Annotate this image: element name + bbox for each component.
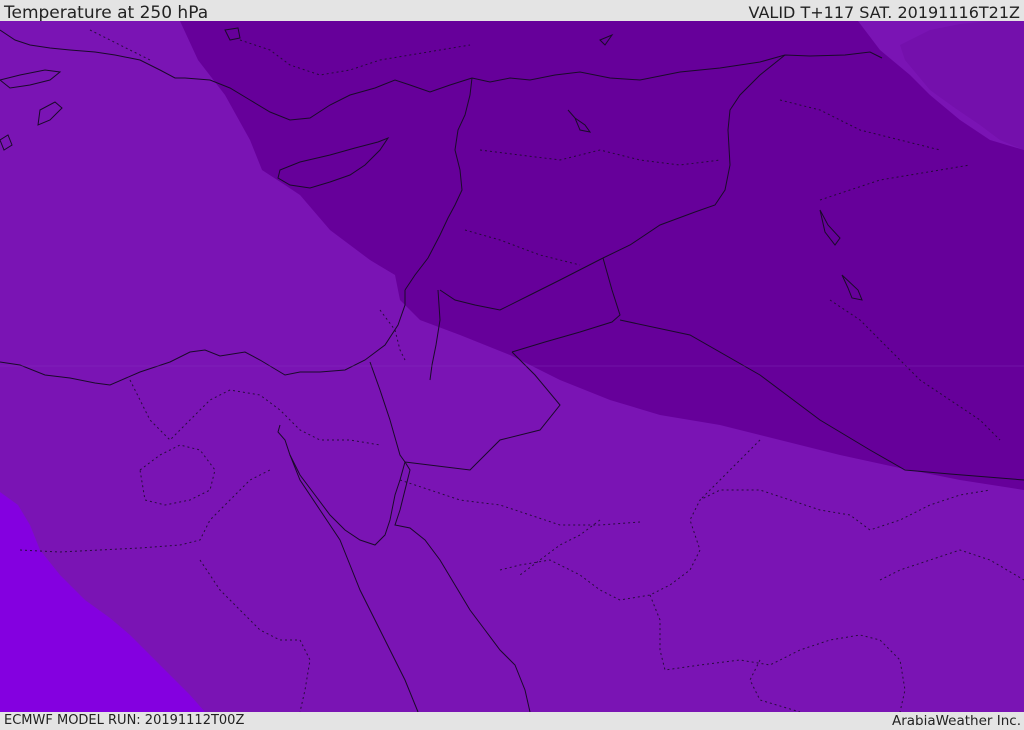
valid-time-label: VALID T+117 SAT. 20191116T21Z: [748, 3, 1020, 22]
model-run-label: ECMWF MODEL RUN: 20191112T00Z: [4, 713, 245, 728]
footer-bar: ECMWF MODEL RUN: 20191112T00Z ArabiaWeat…: [0, 712, 1024, 729]
credit-label: ArabiaWeather Inc.: [891, 713, 1021, 729]
map-title: Temperature at 250 hPa: [4, 3, 209, 23]
temperature-map[interactable]: [0, 21, 1024, 712]
header-bar: Temperature at 250 hPa VALID T+117 SAT. …: [0, 0, 1024, 23]
